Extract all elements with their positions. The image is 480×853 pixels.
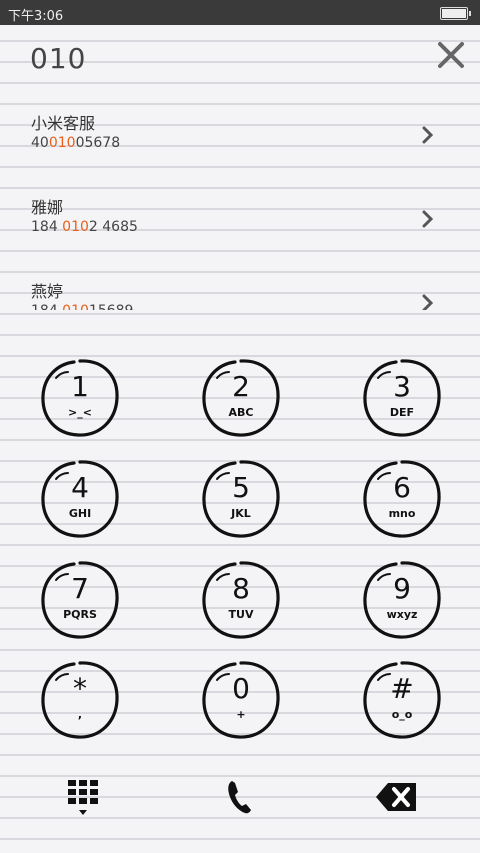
status-bar: 下午3:06 [0, 0, 480, 25]
key-digit: # [390, 672, 414, 705]
key-6[interactable]: 6 mno [360, 457, 444, 541]
key-4[interactable]: 4 GHI [38, 457, 122, 541]
key-7[interactable]: 7 PQRS [38, 558, 122, 642]
contact-number: 4001005678 [31, 135, 121, 151]
key-digit: 5 [232, 471, 250, 504]
call-button[interactable] [220, 777, 260, 817]
key-letters: TUV [228, 608, 254, 621]
backspace-button[interactable] [374, 777, 420, 817]
key-0[interactable]: 0 + [199, 658, 283, 742]
key-digit: 6 [393, 471, 411, 504]
status-time: 下午3:06 [8, 9, 64, 24]
key-digit: 9 [393, 572, 411, 605]
contact-number: 184 01015689 [31, 303, 133, 310]
key-letters: wxyz [386, 608, 418, 621]
key-digit: 2 [232, 370, 250, 403]
key-digit: 7 [71, 572, 89, 605]
key-9[interactable]: 9 wxyz [360, 558, 444, 642]
contact-name: 燕婷 [31, 282, 64, 301]
key-letters: PQRS [63, 608, 97, 621]
dialed-number: 010 [30, 42, 87, 75]
key-digit: * [73, 672, 87, 705]
key-3[interactable]: 3 DEF [360, 356, 444, 440]
key-8[interactable]: 8 TUV [199, 558, 283, 642]
key-hash[interactable]: # o_o [360, 658, 444, 742]
chevron-right-icon [422, 126, 434, 144]
contact-name: 小米客服 [31, 114, 96, 133]
contact-number: 184 0102 4685 [31, 219, 138, 235]
key-letters: mno [388, 507, 416, 520]
key-digit: 3 [393, 370, 411, 403]
key-letters: GHI [68, 507, 92, 520]
dialpad-icon [68, 780, 98, 815]
key-5[interactable]: 5 JKL [199, 457, 283, 541]
key-letters: ABC [228, 406, 254, 419]
key-letters: >_< [68, 406, 92, 419]
key-star[interactable]: *, [38, 658, 122, 742]
key-letters: DEF [389, 406, 415, 419]
key-digit: 4 [71, 471, 89, 504]
close-icon [438, 42, 464, 68]
key-digit: 8 [232, 572, 250, 605]
contact-item[interactable]: 燕婷 184 01015689 [0, 278, 480, 310]
key-digit: 1 [71, 370, 89, 403]
battery-icon [440, 7, 471, 20]
key-letters: JKL [231, 507, 251, 520]
close-button[interactable] [436, 40, 466, 70]
key-letters: o_o [391, 708, 413, 721]
chevron-right-icon [422, 210, 434, 228]
key-1[interactable]: 1 >_< [38, 356, 122, 440]
contact-name: 雅娜 [31, 198, 64, 217]
phone-icon [228, 781, 251, 814]
dialpad-toggle-button[interactable] [63, 777, 103, 817]
key-2[interactable]: 2 ABC [199, 356, 283, 440]
key-letters: , [77, 708, 83, 721]
contact-item[interactable]: 小米客服 4001005678 [0, 110, 480, 170]
contact-item[interactable]: 雅娜 184 0102 4685 [0, 194, 480, 254]
backspace-icon [376, 783, 416, 811]
key-digit: 0 [232, 672, 250, 705]
key-letters: + [236, 708, 246, 721]
chevron-right-icon [422, 294, 434, 310]
